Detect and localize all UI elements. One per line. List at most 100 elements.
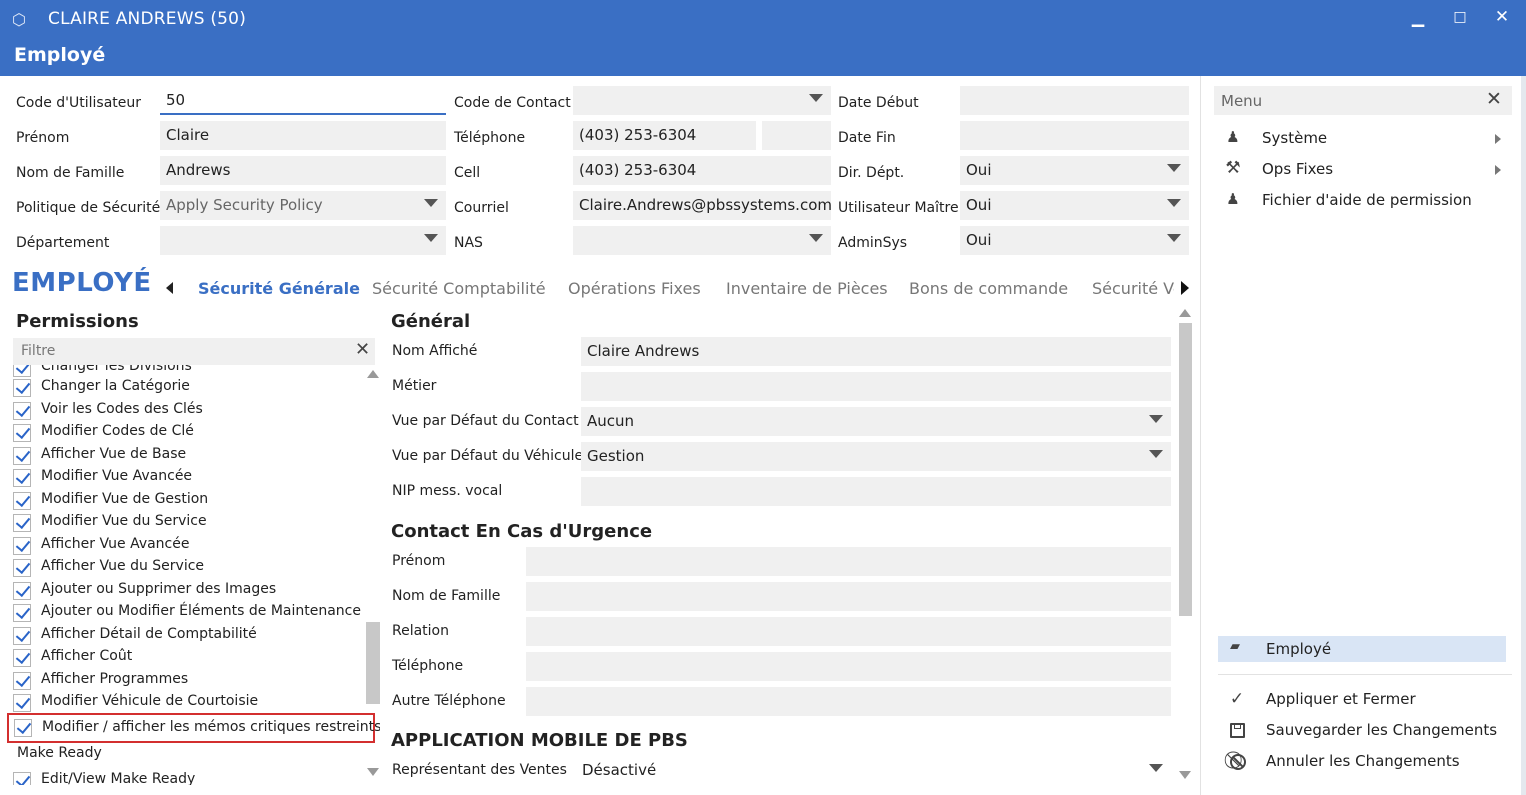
- default-vehicle-view-select[interactable]: Gestion: [581, 442, 1171, 471]
- checkbox[interactable]: [13, 402, 31, 420]
- permissions-scrollbar-thumb[interactable]: [366, 622, 380, 704]
- scroll-up-icon[interactable]: [1179, 309, 1191, 317]
- dept-director-select[interactable]: Oui: [960, 156, 1189, 185]
- checkbox[interactable]: [13, 582, 31, 600]
- default-contact-view-select[interactable]: Aucun: [581, 407, 1171, 436]
- list-item[interactable]: Edit/View Make Ready: [13, 770, 363, 785]
- menu-item-permission-help[interactable]: ♟ Fichier d'aide de permission: [1222, 190, 1512, 214]
- tab-purchase-orders[interactable]: Bons de commande: [909, 279, 1068, 298]
- apply-close-button[interactable]: ✓ Appliquer et Fermer: [1222, 689, 1512, 713]
- close-icon[interactable]: ✕: [1490, 7, 1514, 27]
- cancel-changes-button[interactable]: ⃠ Annuler les Changements: [1222, 751, 1512, 775]
- start-date-field[interactable]: [960, 86, 1189, 115]
- tools-icon: ⚒: [1225, 158, 1241, 178]
- list-item[interactable]: Modifier Vue du Service: [13, 512, 363, 534]
- last-name-field[interactable]: Andrews: [160, 156, 446, 185]
- checkbox[interactable]: [13, 772, 31, 785]
- list-item[interactable]: Modifier Vue Avancée: [13, 467, 363, 489]
- checkbox[interactable]: [13, 649, 31, 667]
- tab-parts-inventory[interactable]: Inventaire de Pièces: [726, 279, 888, 298]
- checkbox[interactable]: [13, 559, 31, 577]
- maximize-icon[interactable]: □: [1448, 9, 1472, 25]
- email-field[interactable]: Claire.Andrews@pbssystems.com: [573, 191, 831, 220]
- list-item[interactable]: Afficher Détail de Comptabilité: [13, 625, 363, 647]
- checkbox[interactable]: [13, 424, 31, 442]
- master-user-value: Oui: [966, 196, 992, 214]
- list-item[interactable]: Modifier Véhicule de Courtoisie: [13, 692, 363, 714]
- first-name-field[interactable]: Claire: [160, 121, 446, 150]
- sales-rep-value: Désactivé: [582, 761, 657, 779]
- checkbox[interactable]: [13, 492, 31, 510]
- list-item[interactable]: Voir les Codes des Clés: [13, 400, 363, 422]
- display-name-field[interactable]: Claire Andrews: [581, 337, 1171, 366]
- nas-select[interactable]: [573, 226, 831, 255]
- emergency-alt-phone-field[interactable]: [526, 687, 1171, 716]
- sysadmin-select[interactable]: Oui: [960, 226, 1189, 255]
- list-item[interactable]: Ajouter ou Supprimer des Images: [13, 580, 363, 602]
- default-vehicle-view-label: Vue par Défaut du Véhicule: [392, 448, 584, 464]
- list-item[interactable]: Ajouter ou Modifier Éléments de Maintena…: [13, 602, 363, 624]
- voicemail-pin-label: NIP mess. vocal: [392, 483, 503, 499]
- permissions-filter[interactable]: Filtre ✕: [13, 338, 375, 365]
- list-item[interactable]: Modifier Vue de Gestion: [13, 490, 363, 512]
- menu-item-fixed-ops[interactable]: ⚒ Ops Fixes: [1222, 158, 1512, 183]
- scroll-down-icon[interactable]: [367, 768, 379, 776]
- display-name-label: Nom Affiché: [392, 343, 478, 359]
- checkbox[interactable]: [13, 672, 31, 690]
- emergency-relation-field[interactable]: [526, 617, 1171, 646]
- menu-separator: [1218, 674, 1512, 675]
- clear-filter-icon[interactable]: ✕: [355, 339, 370, 360]
- phone-field[interactable]: (403) 253-6304: [573, 121, 756, 150]
- checkbox[interactable]: [13, 447, 31, 465]
- contact-code-select[interactable]: [573, 86, 831, 115]
- checkbox[interactable]: [13, 365, 31, 377]
- emergency-last-name-field[interactable]: [526, 582, 1171, 611]
- default-contact-view-value: Aucun: [587, 412, 635, 430]
- action-label: Annuler les Changements: [1266, 752, 1460, 770]
- list-item[interactable]: Afficher Programmes: [13, 670, 363, 692]
- checkbox[interactable]: [14, 719, 32, 737]
- checkbox[interactable]: [13, 514, 31, 532]
- sales-rep-select[interactable]: Désactivé: [576, 756, 1171, 785]
- tab-vehicle-security[interactable]: Sécurité Ve: [1092, 279, 1174, 298]
- checkbox[interactable]: [13, 469, 31, 487]
- checkbox[interactable]: [13, 604, 31, 622]
- chevron-down-icon: [1149, 415, 1163, 423]
- cell-field[interactable]: (403) 253-6304: [573, 156, 831, 185]
- scroll-up-icon[interactable]: [367, 370, 379, 378]
- list-item[interactable]: Afficher Vue Avancée: [13, 535, 363, 557]
- voicemail-pin-field[interactable]: [581, 477, 1171, 506]
- list-item[interactable]: Afficher Vue de Base: [13, 445, 363, 467]
- chevron-down-icon: [1167, 234, 1181, 242]
- list-item[interactable]: Afficher Coût: [13, 647, 363, 669]
- emergency-phone-field[interactable]: [526, 652, 1171, 681]
- department-select[interactable]: [160, 226, 446, 255]
- checkbox[interactable]: [13, 537, 31, 555]
- checkbox[interactable]: [13, 379, 31, 397]
- tab-accounting-security[interactable]: Sécurité Comptabilité: [372, 279, 546, 298]
- tab-fixed-operations[interactable]: Opérations Fixes: [568, 279, 701, 298]
- general-scrollbar-thumb[interactable]: [1179, 323, 1192, 616]
- tab-general-security[interactable]: Sécurité Générale: [198, 279, 360, 298]
- minimize-icon[interactable]: ▁: [1406, 8, 1430, 27]
- save-changes-button[interactable]: Sauvegarder les Changements: [1222, 720, 1512, 744]
- trade-field[interactable]: [581, 372, 1171, 401]
- security-policy-select[interactable]: Apply Security Policy: [160, 191, 446, 220]
- master-user-select[interactable]: Oui: [960, 191, 1189, 220]
- close-menu-icon[interactable]: ✕: [1486, 88, 1502, 110]
- tab-scroll-right-icon[interactable]: [1181, 281, 1189, 295]
- menu-context-employee[interactable]: ▰ Employé: [1218, 636, 1506, 662]
- highlighted-permission-row[interactable]: Modifier / afficher les mémos critiques …: [7, 713, 380, 743]
- end-date-field[interactable]: [960, 121, 1189, 150]
- checkbox[interactable]: [13, 694, 31, 712]
- checkbox[interactable]: [13, 627, 31, 645]
- scroll-down-icon[interactable]: [1179, 771, 1191, 779]
- phone-extension-field[interactable]: [762, 121, 831, 150]
- emergency-first-name-field[interactable]: [526, 547, 1171, 576]
- list-item[interactable]: Modifier Codes de Clé: [13, 422, 363, 444]
- list-item[interactable]: Changer la Catégorie: [13, 377, 363, 399]
- list-item[interactable]: Afficher Vue du Service: [13, 557, 363, 579]
- tab-scroll-left-icon[interactable]: [166, 282, 173, 294]
- menu-item-system[interactable]: ♟ Système: [1222, 128, 1512, 152]
- user-code-field[interactable]: 50: [160, 86, 446, 115]
